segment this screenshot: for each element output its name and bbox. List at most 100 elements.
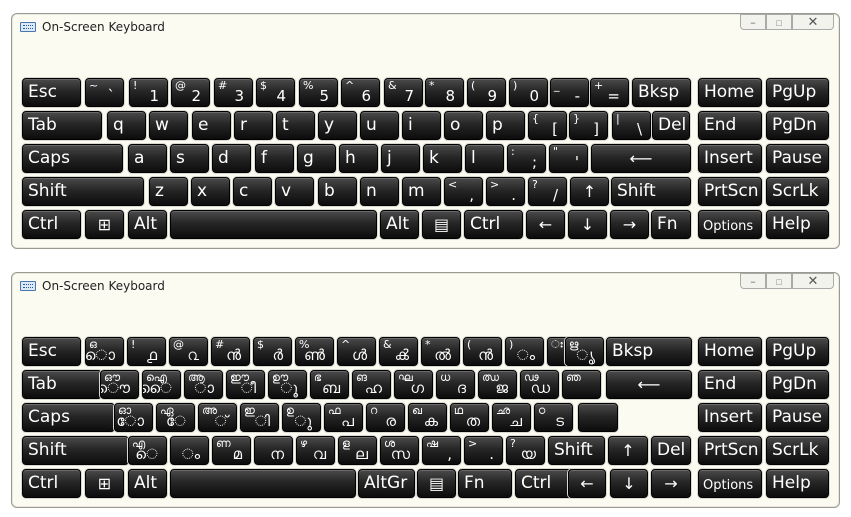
menu-key[interactable]: ▤ <box>417 469 456 498</box>
char-key-4[interactable]: #3 <box>214 78 253 107</box>
e-key[interactable]: e <box>192 111 231 140</box>
r-key[interactable]: r <box>234 111 273 140</box>
n-key[interactable]: n <box>360 177 399 206</box>
char-key-13[interactable]: | \ <box>612 111 651 140</box>
char-key-7[interactable]: ശസ <box>380 436 419 465</box>
alt-key[interactable]: Alt <box>128 469 167 498</box>
v-key[interactable]: v <box>275 177 314 206</box>
altgr-key[interactable]: AltGr <box>358 469 415 498</box>
char-key-10[interactable]: (ൻ <box>463 337 502 366</box>
alt-key[interactable]: Alt <box>128 210 167 239</box>
enter-key[interactable]: ⟵ <box>606 370 692 399</box>
b-key[interactable]: b <box>318 177 357 206</box>
esc-key[interactable]: Esc <box>22 78 81 107</box>
char-key-8[interactable]: ഖക <box>408 403 447 432</box>
char-key-3[interactable]: ണമ <box>212 436 251 465</box>
h-key[interactable]: h <box>339 144 378 173</box>
char-key-9[interactable]: ധദ <box>436 370 475 399</box>
insert-key[interactable]: Insert <box>698 144 762 173</box>
char-key-4[interactable]: ഈീ <box>226 370 265 399</box>
char-key-9[interactable]: >. <box>464 436 503 465</box>
char-key-10[interactable]: ഝജ <box>478 370 517 399</box>
shift-key[interactable]: Shift <box>22 436 129 465</box>
char-key-11[interactable]: {[ <box>528 111 567 140</box>
a-key[interactable]: a <box>128 144 167 173</box>
esc-key[interactable]: Esc <box>22 337 81 366</box>
up-arrow-key[interactable]: ↑ <box>608 436 648 465</box>
char-key-13[interactable]: + = <box>590 78 629 107</box>
char-key-5[interactable]: $ ർ <box>253 337 292 366</box>
l-key[interactable]: l <box>465 144 504 173</box>
left-arrow-key[interactable]: ← <box>568 469 606 498</box>
char-key-6[interactable]: ളല <box>338 436 377 465</box>
char-key-5[interactable]: $4 <box>256 78 295 107</box>
prtscn-key[interactable]: PrtScn <box>698 177 762 206</box>
tab-key[interactable]: Tab <box>22 370 102 399</box>
y-key[interactable]: y <box>318 111 357 140</box>
options-key[interactable]: Options <box>698 210 762 239</box>
char-key-2[interactable]: ഏേ <box>156 403 195 432</box>
down-arrow-key[interactable]: ↓ <box>568 210 607 239</box>
t-key[interactable]: t <box>276 111 315 140</box>
char-key-3[interactable]: @2 <box>171 78 210 107</box>
end-key[interactable]: End <box>698 111 762 140</box>
down-arrow-key[interactable]: ↓ <box>610 469 648 498</box>
char-key-4[interactable]: ന <box>254 436 293 465</box>
char-key-12[interactable]: }] <box>569 111 608 140</box>
caps-key[interactable]: Caps <box>22 144 123 173</box>
scrlk-key[interactable]: ScrLk <box>766 436 829 465</box>
right-arrow-key[interactable]: → <box>651 469 691 498</box>
del-key[interactable]: Del <box>652 111 690 140</box>
char-key-8[interactable]: & 7 <box>384 78 423 107</box>
options-key[interactable]: Options <box>698 469 762 498</box>
char-key-4[interactable]: ഇി <box>240 403 279 432</box>
fn-key[interactable]: Fn <box>651 210 691 239</box>
char-key-5[interactable]: ഉു <box>282 403 321 432</box>
char-key-4[interactable]: # ൻ <box>211 337 250 366</box>
char-key-2[interactable]: ! ൧ <box>127 337 166 366</box>
char-key-3[interactable]: @൨ <box>169 337 208 366</box>
alt-key[interactable]: Alt <box>380 210 419 239</box>
tab-key[interactable]: Tab <box>22 111 102 140</box>
char-key-9[interactable]: * 8 <box>425 78 464 107</box>
char-key-10[interactable]: ? യ <box>506 436 545 465</box>
maximize-button[interactable]: ▫ <box>766 14 792 30</box>
char-key-7[interactable]: ങഹ <box>352 370 391 399</box>
char-key-7[interactable]: റര <box>366 403 405 432</box>
pgdn-key[interactable]: PgDn <box>766 370 829 399</box>
g-key[interactable]: g <box>297 144 336 173</box>
pgup-key[interactable]: PgUp <box>766 78 829 107</box>
prtscn-key[interactable]: PrtScn <box>698 436 762 465</box>
home-key[interactable]: Home <box>698 78 762 107</box>
i-key[interactable]: i <box>402 111 441 140</box>
help-key[interactable]: Help <box>766 210 829 239</box>
c-key[interactable]: c <box>233 177 272 206</box>
d-key[interactable]: d <box>212 144 251 173</box>
char-key-12[interactable]: ഞ <box>562 370 601 399</box>
shift-key[interactable]: Shift <box>611 177 691 206</box>
windows-key[interactable]: ⊞ <box>85 469 124 498</box>
char-key-7[interactable]: ^ 6 <box>341 78 380 107</box>
char-key-6[interactable]: ഫപ <box>324 403 363 432</box>
char-key-11[interactable]: )ം <box>505 337 544 366</box>
bksp-key[interactable]: Bksp <box>632 78 691 107</box>
char-key-12[interactable]: _ - <box>550 78 589 107</box>
x-key[interactable]: x <box>191 177 230 206</box>
fn-key[interactable]: Fn <box>458 469 512 498</box>
char-key-1[interactable]: ~ ` <box>85 78 124 107</box>
space-key[interactable] <box>578 403 618 432</box>
insert-key[interactable]: Insert <box>698 403 762 432</box>
ctrl-key[interactable]: Ctrl <box>464 210 523 239</box>
char-key-3[interactable]: ആാ <box>184 370 223 399</box>
char-key-6[interactable]: % ൺ <box>295 337 334 366</box>
enter-key[interactable]: ⟵ <box>591 144 691 173</box>
char-key-8[interactable]: & ൿ <box>379 337 418 366</box>
char-key-6[interactable]: ഭബ <box>310 370 349 399</box>
p-key[interactable]: p <box>486 111 525 140</box>
left-arrow-key[interactable]: ← <box>526 210 565 239</box>
o-key[interactable]: o <box>444 111 483 140</box>
char-key-7[interactable]: ^ ൾ <box>337 337 376 366</box>
space-key[interactable] <box>170 210 377 239</box>
minimize-button[interactable]: – <box>740 273 766 289</box>
w-key[interactable]: w <box>149 111 188 140</box>
